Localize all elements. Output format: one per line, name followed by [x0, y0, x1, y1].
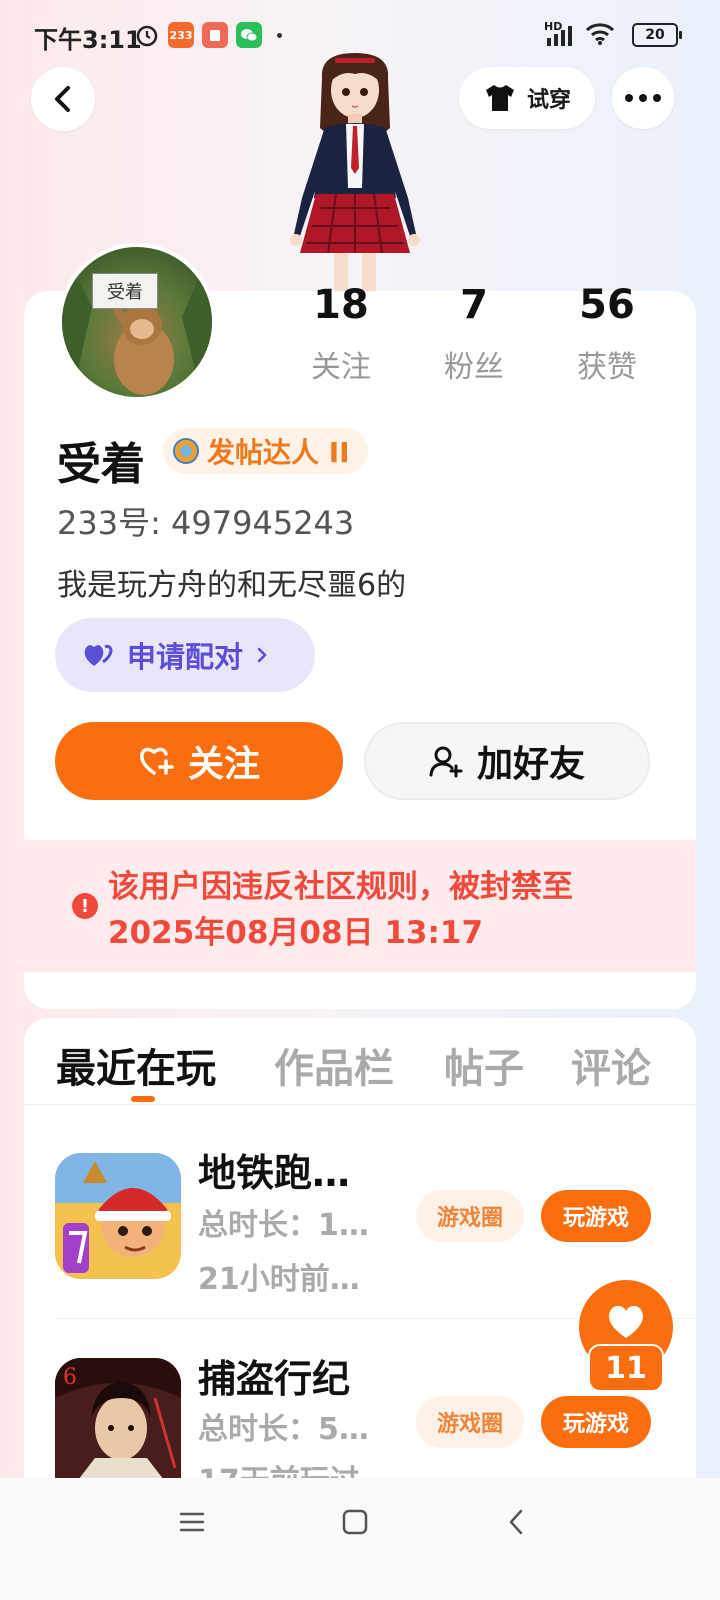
- more-dots-icon: [625, 94, 661, 102]
- tab-recent-games[interactable]: 最近在玩: [56, 1036, 216, 1094]
- game-icon-bu-dao-xing-ji[interactable]: 6: [55, 1358, 181, 1478]
- app-notification-icon: [202, 22, 228, 48]
- avatar-sign: 受着: [92, 273, 158, 309]
- try-on-button[interactable]: 试穿: [459, 67, 595, 129]
- profile-avatar[interactable]: 受着: [58, 243, 216, 401]
- heart-plus-icon: [139, 747, 174, 775]
- heart-icon: [608, 1305, 644, 1338]
- warning-icon: !: [72, 893, 98, 919]
- badge-label: 发帖达人 II: [207, 436, 350, 469]
- likes-label[interactable]: 获赞: [547, 342, 667, 386]
- following-label[interactable]: 关注: [281, 342, 401, 386]
- game-duration: 总时长：1…: [198, 1208, 369, 1243]
- tab-divider: [24, 1104, 696, 1105]
- game-circle-button[interactable]: 游戏圈: [416, 1396, 524, 1448]
- play-game-button[interactable]: 玩游戏: [541, 1190, 651, 1242]
- back-button[interactable]: [31, 67, 95, 131]
- wifi-icon: [585, 22, 615, 50]
- followers-label[interactable]: 粉丝: [414, 342, 534, 386]
- home-nav-button[interactable]: [341, 1508, 369, 1540]
- game-circle-button[interactable]: 游戏圈: [416, 1190, 524, 1242]
- home-square-icon: [342, 1509, 368, 1535]
- signal-icon: [546, 26, 576, 50]
- game-title[interactable]: 地铁跑…: [198, 1142, 350, 1197]
- more-button[interactable]: [612, 67, 674, 129]
- add-friend-label: 加好友: [476, 744, 585, 785]
- apply-match-button[interactable]: 申请配对: [55, 618, 315, 692]
- menu-icon: [179, 1512, 205, 1532]
- game-duration: 总时长：5…: [198, 1412, 369, 1447]
- follow-button[interactable]: 关注: [55, 722, 343, 800]
- try-on-label: 试穿: [526, 88, 571, 113]
- following-count[interactable]: 18: [281, 282, 401, 328]
- heart-pair-icon: [84, 644, 113, 666]
- menu-nav-button[interactable]: [178, 1510, 206, 1538]
- apply-match-label: 申请配对: [127, 640, 244, 674]
- more-notifications-dot: [277, 33, 282, 38]
- game-last-played: 21小时前…: [198, 1262, 360, 1297]
- followers-count[interactable]: 7: [414, 282, 534, 328]
- back-arrow-icon: [55, 86, 70, 112]
- tab-posts[interactable]: 帖子: [444, 1036, 524, 1094]
- ban-notice-line1: 该用户因违反社区规则，被封禁至: [108, 869, 573, 905]
- game-icon-subway-surfers[interactable]: [55, 1153, 181, 1279]
- user-bio: 我是玩方舟的和无尽噩6的: [57, 568, 407, 603]
- ban-notice-line2: 2025年08月08日 13:17: [108, 915, 484, 951]
- app-233-icon: 233: [168, 22, 194, 48]
- tab-works[interactable]: 作品栏: [274, 1036, 394, 1094]
- wechat-icon: [236, 22, 262, 48]
- svg-text:6: 6: [63, 1365, 77, 1390]
- like-count-badge: 11: [588, 1344, 664, 1392]
- chevron-right-icon: [257, 647, 267, 663]
- battery-indicator: 20: [632, 23, 682, 47]
- avatar-figure[interactable]: [270, 48, 440, 294]
- alarm-icon: [134, 22, 160, 48]
- badge-medal-icon: [173, 438, 199, 464]
- likes-count[interactable]: 56: [547, 282, 667, 328]
- add-friend-button[interactable]: 加好友: [364, 722, 650, 800]
- back-nav-button[interactable]: [506, 1507, 526, 1541]
- user-id: 233号: 497945243: [57, 504, 355, 542]
- tab-comments[interactable]: 评论: [571, 1036, 651, 1094]
- add-user-icon: [429, 746, 463, 778]
- active-tab-indicator: [131, 1096, 155, 1102]
- game-last-played: 17天前玩过: [198, 1456, 360, 1478]
- back-chevron-icon: [509, 1509, 523, 1535]
- game-title[interactable]: 捕盗行纪: [198, 1348, 350, 1403]
- tshirt-icon: [485, 85, 514, 111]
- ban-notice-text: 该用户因违反社区规则，被封禁至 2025年08月08日 13:17: [108, 864, 668, 956]
- username: 受着: [57, 439, 145, 490]
- play-game-button[interactable]: 玩游戏: [541, 1396, 651, 1448]
- status-time: 下午3:11: [34, 26, 142, 54]
- poster-badge[interactable]: 发帖达人 II: [163, 428, 368, 474]
- follow-label: 关注: [187, 744, 260, 785]
